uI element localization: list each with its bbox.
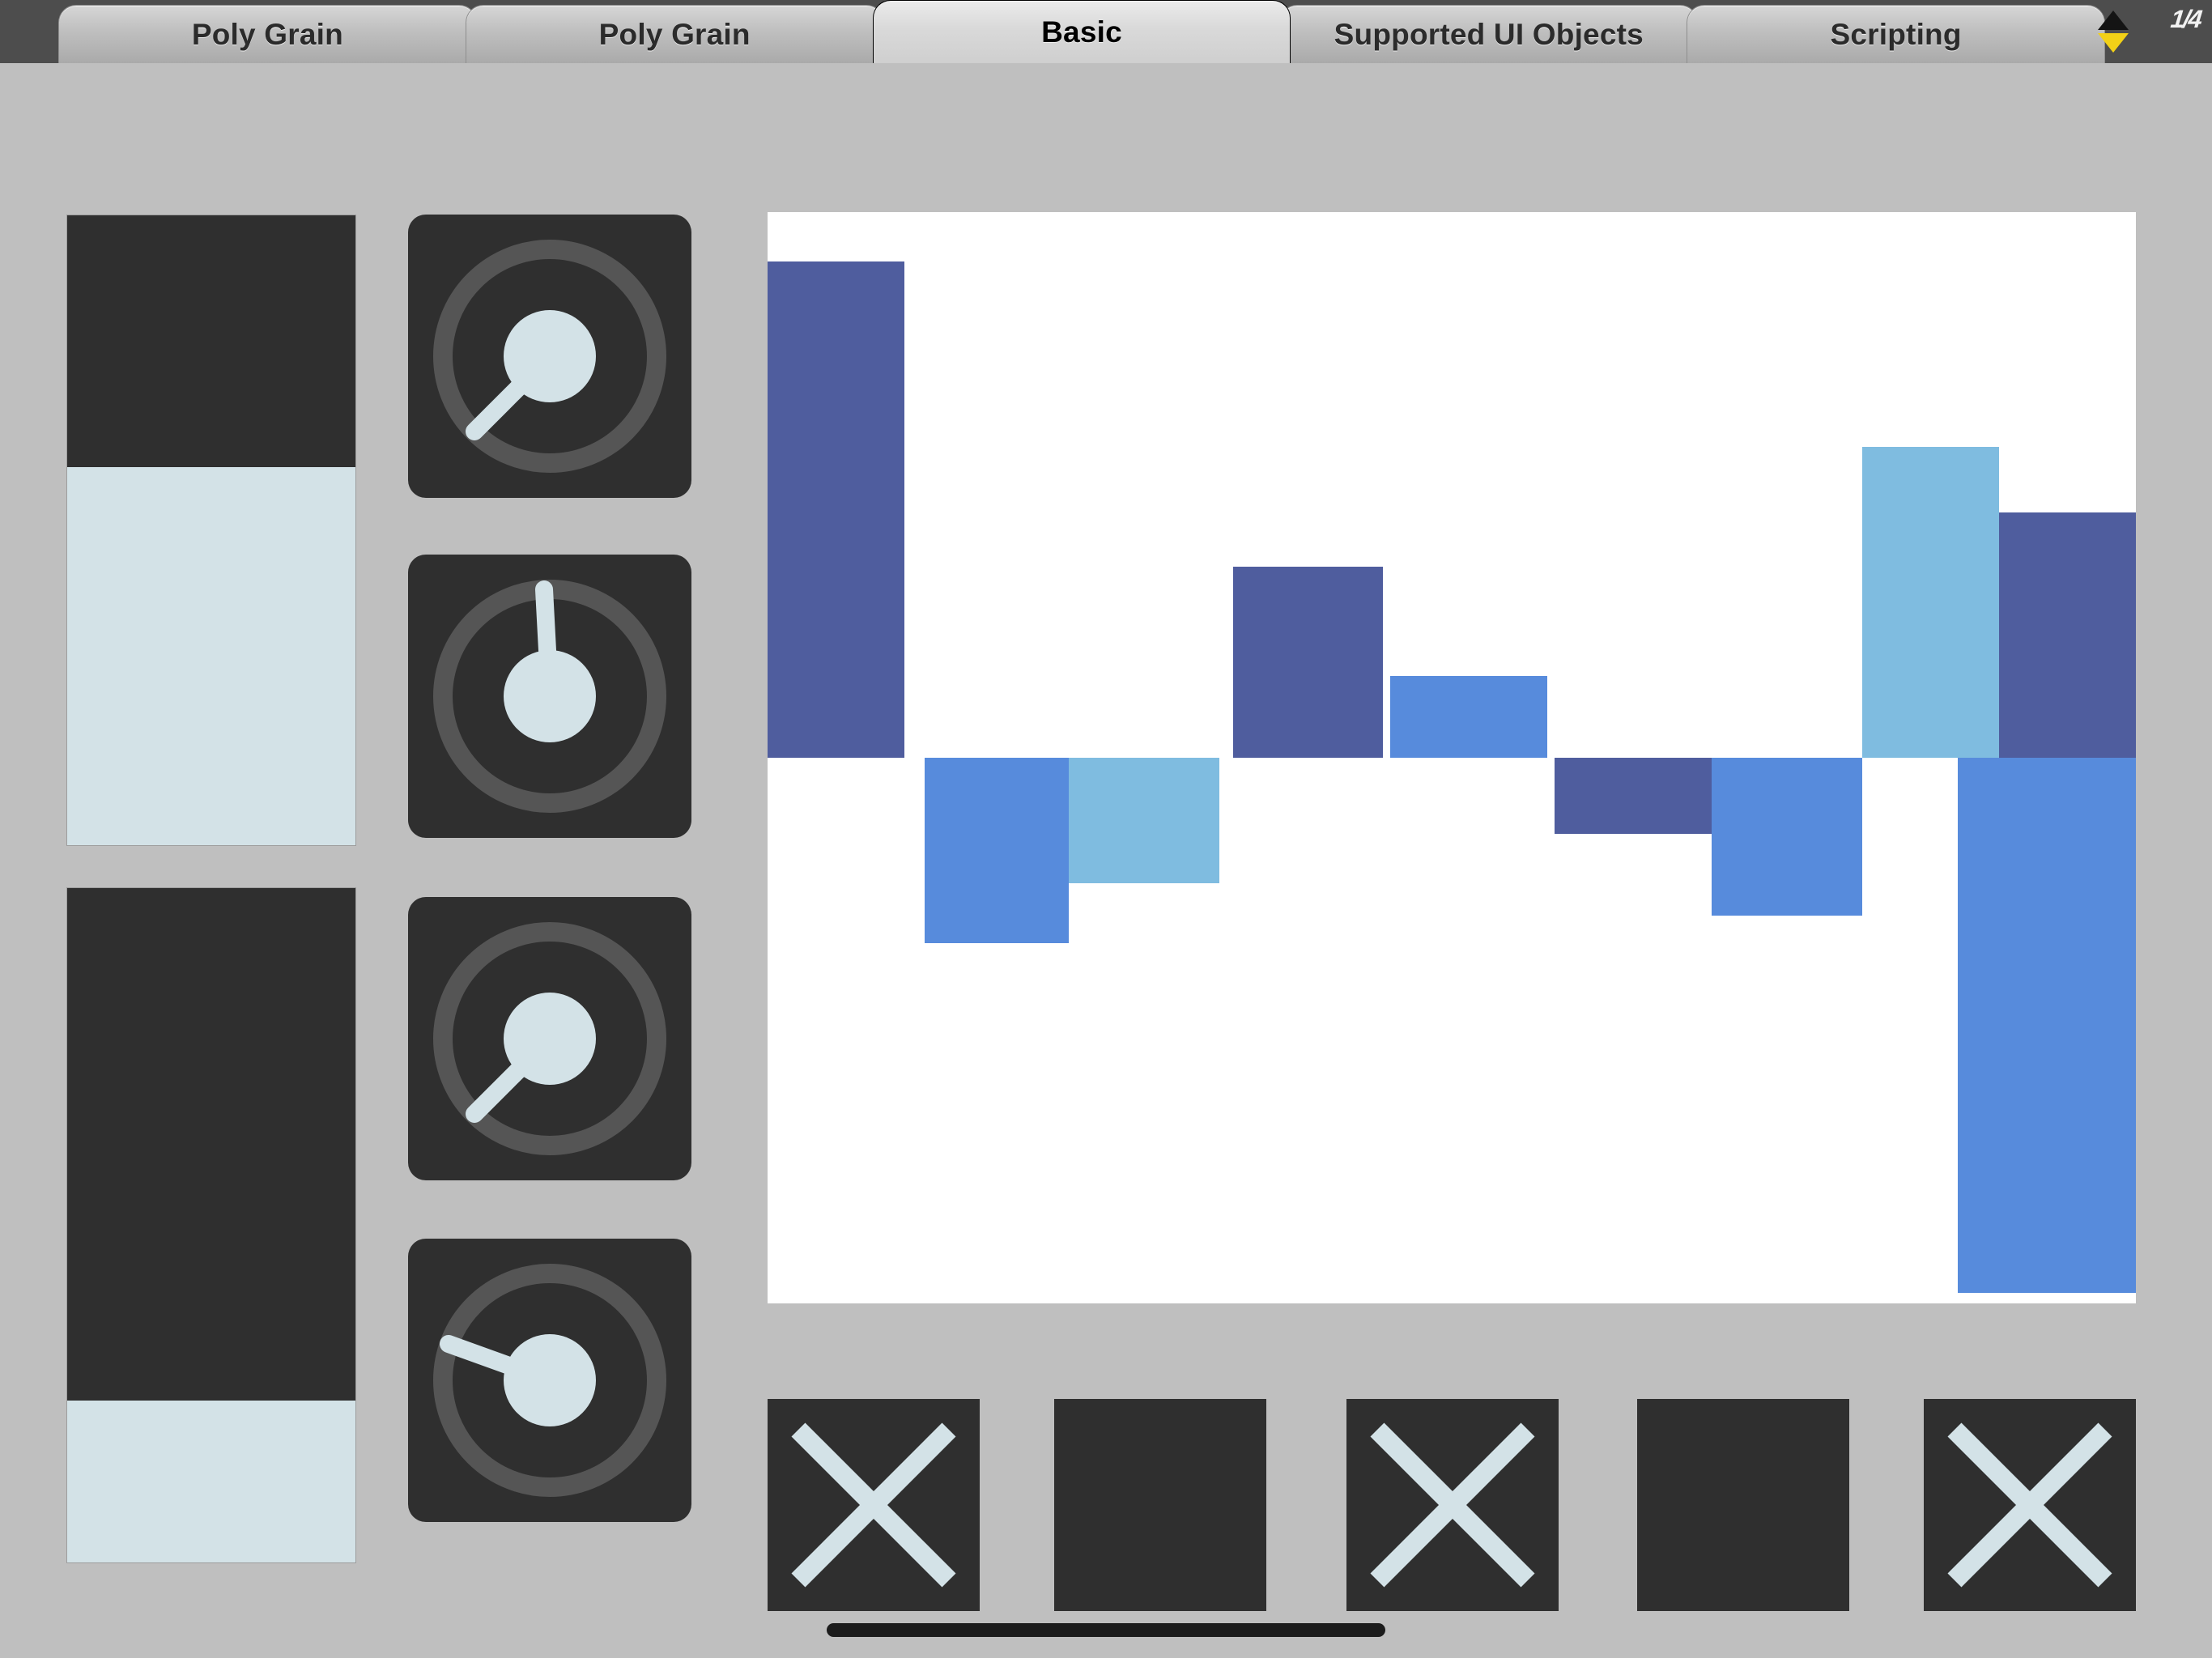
x-mark-icon [1947, 1422, 2112, 1588]
knob-dial-icon [433, 922, 666, 1155]
bar-chart[interactable] [768, 212, 2136, 1303]
tab-poly-grain-1[interactable]: Poly Grain [58, 5, 477, 63]
x-mark-icon [791, 1422, 956, 1588]
tab-basic[interactable]: Basic [872, 0, 1291, 63]
bar-2 [1068, 758, 1219, 884]
triangle-up-icon[interactable] [2098, 11, 2129, 30]
tab-scripting[interactable]: Scripting [1687, 5, 2105, 63]
tab-bar: Poly Grain Poly Grain Basic Supported UI… [0, 0, 2212, 63]
tab-stepper[interactable] [2092, 3, 2134, 60]
slider-fill [67, 1401, 355, 1562]
knob-2[interactable] [408, 555, 691, 838]
knob-1[interactable] [408, 215, 691, 498]
bar-5 [1554, 758, 1712, 835]
bar-8 [1999, 512, 2136, 758]
vertical-slider-1[interactable] [66, 215, 356, 846]
bar-6 [1712, 758, 1862, 916]
tab-poly-grain-2[interactable]: Poly Grain [465, 5, 884, 63]
triangle-down-icon[interactable] [2098, 33, 2129, 53]
bar-9 [1958, 758, 2136, 1293]
tab-label: Poly Grain [191, 17, 343, 51]
toggle-button-2[interactable] [1054, 1399, 1266, 1611]
tab-count-label: 1/4 [2169, 5, 2202, 33]
knob-dial-icon [433, 240, 666, 473]
knob-dial-icon [433, 580, 666, 813]
tab-label: Scripting [1830, 17, 1962, 51]
tab-supported-ui-objects[interactable]: Supported UI Objects [1279, 5, 1699, 63]
slider-fill [67, 467, 355, 845]
knob-dial-icon [433, 1264, 666, 1497]
knob-3[interactable] [408, 897, 691, 1180]
tab-label: Supported UI Objects [1334, 17, 1644, 51]
bar-0 [768, 261, 904, 758]
vertical-slider-2[interactable] [66, 887, 356, 1563]
tab-strip: Poly Grain Poly Grain Basic Supported UI… [0, 0, 2105, 63]
toggle-button-5[interactable] [1924, 1399, 2136, 1611]
toggle-button-3[interactable] [1346, 1399, 1559, 1611]
toggle-button-4[interactable] [1637, 1399, 1849, 1611]
toggle-button-1[interactable] [768, 1399, 980, 1611]
tab-label: Poly Grain [598, 17, 751, 51]
home-indicator [827, 1623, 1385, 1637]
bar-7 [1862, 446, 1999, 758]
page-content [0, 63, 2212, 1658]
bar-4 [1389, 675, 1548, 758]
bar-3 [1232, 567, 1384, 758]
tab-label: Basic [1041, 15, 1122, 49]
bar-1 [925, 758, 1069, 944]
knob-4[interactable] [408, 1239, 691, 1522]
x-mark-icon [1370, 1422, 1535, 1588]
